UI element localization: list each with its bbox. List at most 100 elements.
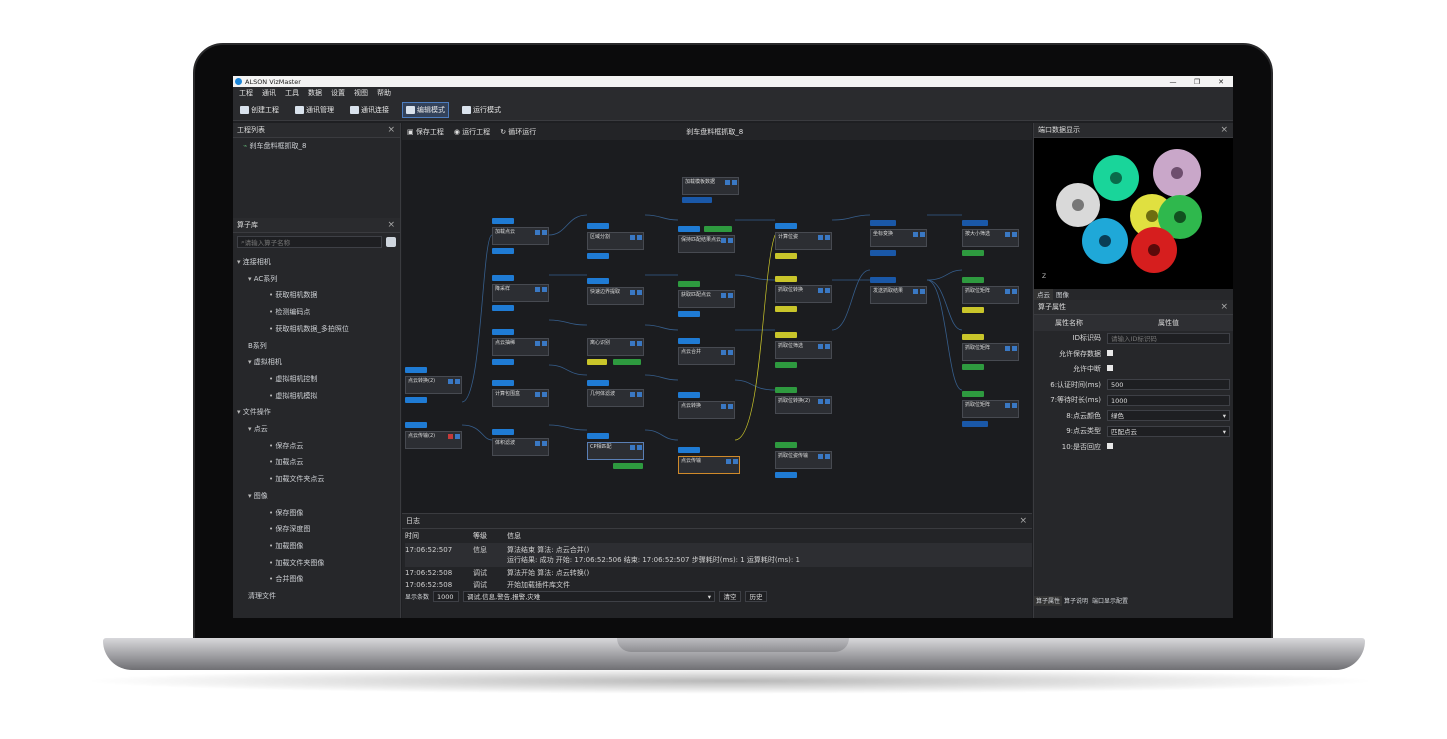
port-pill[interactable] [587, 359, 607, 365]
port-pill[interactable] [613, 359, 641, 365]
tab-image[interactable]: 图像 [1053, 289, 1072, 300]
cloud-color-select[interactable]: 绿色 ▾ [1107, 410, 1230, 422]
port-pill[interactable] [682, 197, 712, 203]
port-pill[interactable] [587, 380, 609, 386]
log-history-button[interactable]: 历史 [745, 590, 768, 602]
port-pill[interactable] [962, 307, 984, 313]
id-code-input[interactable]: 请输入ID标识码 [1107, 332, 1230, 344]
port-pill[interactable] [492, 218, 514, 224]
port-pill[interactable] [962, 334, 984, 340]
port-pill[interactable] [775, 276, 797, 282]
tree-item[interactable]: • 加载图像 [233, 538, 400, 555]
port-pill[interactable] [962, 421, 988, 427]
port-pill[interactable] [492, 359, 514, 365]
minimize-button[interactable]: — [1161, 78, 1185, 86]
port-pill[interactable] [492, 380, 514, 386]
run-project-button[interactable]: ◉ 运行工程 [454, 127, 490, 137]
port-pill[interactable] [405, 397, 427, 403]
pointcloud-viewer[interactable]: Z [1034, 138, 1233, 289]
port-pill[interactable] [962, 277, 984, 283]
close-icon[interactable]: × [387, 125, 395, 135]
port-pill[interactable] [775, 223, 797, 229]
tree-item[interactable]: • 合并图像 [233, 571, 400, 588]
port-pill[interactable] [870, 250, 896, 256]
port-pill[interactable] [962, 220, 988, 226]
log-filter-select[interactable]: 调试,信息,警告,报警,灾难 ▾ [463, 590, 716, 602]
allow-interrupt-checkbox[interactable] [1107, 365, 1113, 372]
menu-project[interactable]: 工程 [239, 88, 253, 98]
log-row[interactable]: 17:06:52:507 信息 算法结束 算法: 点云合并() 运行结果: 成功 … [405, 543, 1032, 567]
tab-operator-desc[interactable]: 算子说明 [1062, 596, 1090, 606]
tree-item[interactable]: • 获取相机数据 [233, 287, 400, 304]
tree-item[interactable]: • 虚拟相机控制 [233, 371, 400, 388]
port-pill[interactable] [613, 463, 643, 469]
tree-item[interactable]: • 加载点云 [233, 454, 400, 471]
port-pill[interactable] [587, 278, 609, 284]
log-row[interactable]: 17:06:52:508 调试 开始加载插件库文件 [405, 579, 1032, 589]
port-pill[interactable] [678, 281, 700, 287]
port-pill[interactable] [962, 250, 984, 256]
tree-item[interactable]: ▾ AC系列 [233, 271, 400, 288]
tree-item[interactable]: ▾ 点云 [233, 421, 400, 438]
port-pill[interactable] [775, 442, 797, 448]
tree-item[interactable]: • 保存深度图 [233, 521, 400, 538]
tree-item[interactable]: • 虚拟相机模拟 [233, 388, 400, 405]
menu-settings[interactable]: 设置 [331, 88, 345, 98]
port-pill[interactable] [775, 387, 797, 393]
tab-port-config[interactable]: 端口显示配置 [1090, 596, 1130, 606]
port-pill[interactable] [492, 305, 514, 311]
port-pill[interactable] [775, 253, 797, 259]
port-pill[interactable] [962, 364, 984, 370]
close-icon[interactable]: × [387, 220, 395, 230]
loop-run-button[interactable]: ↻ 循环运行 [500, 127, 536, 137]
close-icon[interactable]: × [1019, 516, 1027, 526]
tree-item[interactable]: ▾ 虚拟相机 [233, 354, 400, 371]
menu-view[interactable]: 视图 [354, 88, 368, 98]
port-pill[interactable] [775, 306, 797, 312]
port-pill[interactable] [405, 367, 427, 373]
auth-time-input[interactable]: 500 [1107, 379, 1230, 391]
operator-search-input[interactable]: ⌕ 请输入算子名称 [237, 236, 382, 248]
tree-item[interactable]: • 检测编码点 [233, 304, 400, 321]
log-row[interactable]: 17:06:52:508 调试 算法开始 算法: 点云转换() [405, 567, 1032, 579]
tree-item[interactable]: ▾ 图像 [233, 488, 400, 505]
log-clear-button[interactable]: 清空 [719, 590, 742, 602]
tab-pointcloud[interactable]: 点云 [1034, 289, 1053, 300]
port-pill[interactable] [775, 472, 797, 478]
run-mode-button[interactable]: 运行模式 [459, 103, 504, 117]
port-pill[interactable] [492, 275, 514, 281]
tree-item[interactable]: • 获取相机数据_多拍照位 [233, 321, 400, 338]
port-pill[interactable] [405, 422, 427, 428]
port-pill[interactable] [492, 248, 514, 254]
maximize-button[interactable]: ❐ [1185, 78, 1209, 86]
comm-manage-button[interactable]: 通讯管理 [292, 103, 337, 117]
port-pill[interactable] [870, 220, 896, 226]
port-pill[interactable] [587, 253, 609, 259]
close-icon[interactable]: × [1220, 302, 1228, 312]
tree-item[interactable]: B系列 [233, 338, 400, 355]
cloud-type-select[interactable]: 匹配点云 ▾ [1107, 425, 1230, 437]
close-icon[interactable]: × [1220, 125, 1228, 135]
port-pill[interactable] [678, 392, 700, 398]
port-pill[interactable] [587, 223, 609, 229]
port-pill[interactable] [678, 447, 700, 453]
port-pill[interactable] [775, 362, 797, 368]
database-icon[interactable] [386, 237, 396, 247]
tree-item[interactable]: 清理文件 [233, 588, 400, 605]
wait-time-input[interactable]: 1000 [1107, 394, 1230, 406]
port-pill[interactable] [704, 226, 732, 232]
port-pill[interactable] [775, 332, 797, 338]
port-pill[interactable] [962, 391, 984, 397]
project-item[interactable]: ⌁ 刹车盘料框抓取_8 [243, 141, 390, 151]
port-pill[interactable] [492, 429, 514, 435]
edit-mode-button[interactable]: 编辑模式 [402, 101, 449, 118]
menu-comm[interactable]: 通讯 [262, 88, 276, 98]
tab-operator-props[interactable]: 算子属性 [1034, 596, 1063, 606]
tree-item[interactable]: • 加载文件夹图像 [233, 555, 400, 572]
port-pill[interactable] [678, 338, 700, 344]
save-project-button[interactable]: ▣ 保存工程 [407, 127, 444, 137]
port-pill[interactable] [587, 433, 609, 439]
tree-item[interactable]: • 保存图像 [233, 505, 400, 522]
tree-item[interactable]: • 保存点云 [233, 438, 400, 455]
comm-connect-button[interactable]: 通讯连接 [347, 103, 392, 117]
